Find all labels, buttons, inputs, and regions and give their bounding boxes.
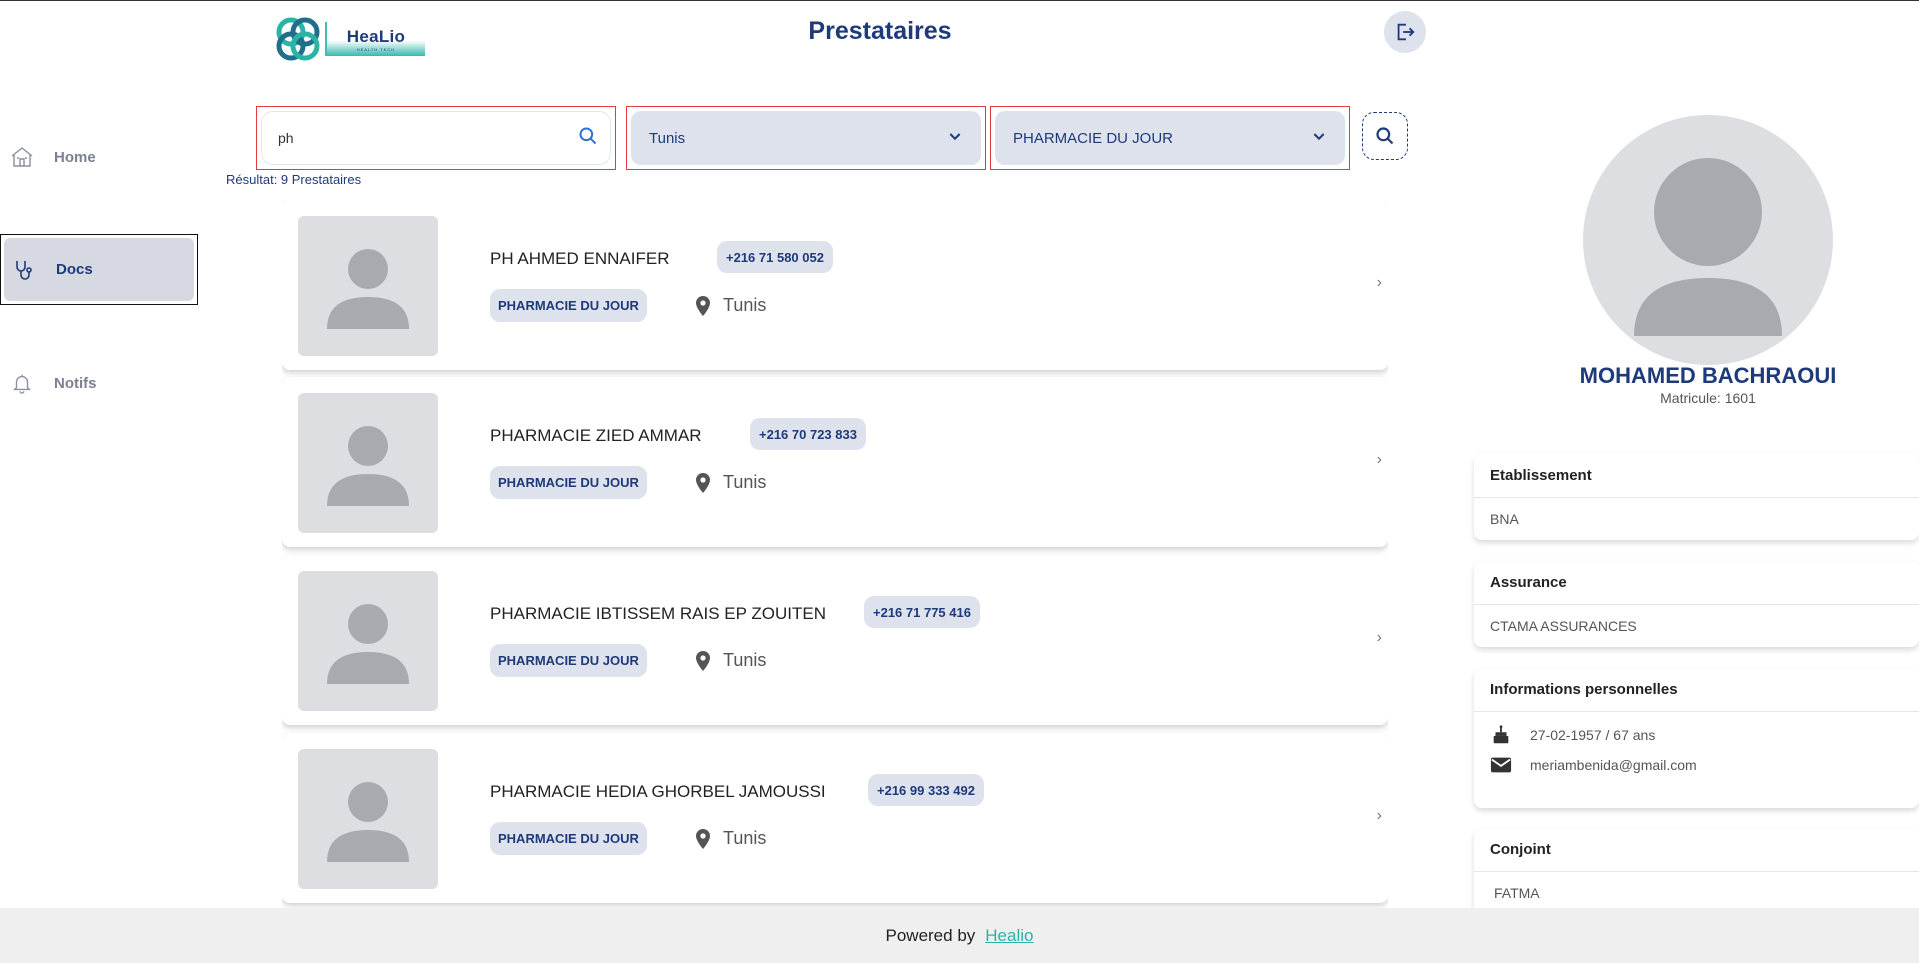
provider-city: Tunis — [723, 828, 767, 848]
sidebar-item-label: Docs — [56, 261, 93, 278]
chevron-down-icon — [1311, 128, 1327, 149]
provider-type-badge: PHARMACIE DU JOUR — [490, 644, 647, 677]
email-value: meriambenida@gmail.com — [1530, 757, 1697, 773]
provider-card[interactable]: PHARMACIE ZIED AMMAR +216 70 723 833 PHA… — [282, 377, 1388, 547]
provider-list: PH AHMED ENNAIFER +216 71 580 052 PHARMA… — [282, 200, 1388, 908]
person-placeholder-icon — [327, 249, 409, 329]
person-placeholder-icon — [1634, 158, 1782, 336]
provider-phone-badge[interactable]: +216 71 580 052 — [717, 241, 833, 273]
provider-city: Tunis — [723, 295, 767, 315]
city-select-highlight: Tunis — [626, 106, 986, 170]
logout-button[interactable] — [1384, 11, 1426, 53]
location-pin-icon — [695, 828, 711, 849]
personal-info-card: Informations personnelles 27-02-1957 / 6… — [1474, 668, 1919, 808]
person-placeholder-icon — [327, 604, 409, 684]
assurance-title: Assurance — [1474, 561, 1919, 605]
assurance-card: Assurance CTAMA ASSURANCES — [1474, 561, 1919, 647]
sidebar-item-docs[interactable]: Docs — [0, 234, 198, 305]
provider-phone-badge[interactable]: +216 71 775 416 — [864, 596, 980, 628]
logo-knot-icon — [276, 17, 320, 61]
provider-type-badge: PHARMACIE DU JOUR — [490, 822, 647, 855]
search-icon — [1376, 127, 1394, 145]
conjoint-card: Conjoint FATMA — [1474, 828, 1919, 918]
conjoint-title: Conjoint — [1474, 828, 1919, 872]
etablissement-title: Etablissement — [1474, 454, 1919, 498]
chevron-right-icon[interactable]: › — [1377, 451, 1382, 469]
profile-matricule: Matricule: 1601 — [1660, 390, 1756, 406]
provider-avatar — [298, 749, 438, 889]
provider-avatar — [298, 216, 438, 356]
provider-avatar — [298, 571, 438, 711]
cake-icon — [1490, 724, 1514, 746]
footer-powered-by: Powered by — [885, 925, 976, 945]
logo-text: HeaLio — [346, 26, 406, 46]
city-select[interactable]: Tunis — [631, 111, 981, 165]
birth-row: 27-02-1957 / 67 ans — [1474, 720, 1919, 750]
chevron-down-icon — [947, 128, 963, 149]
page-title: Prestataires — [808, 17, 952, 45]
chevron-right-icon[interactable]: › — [1377, 807, 1382, 825]
sidebar-item-home[interactable]: Home — [0, 122, 196, 192]
sidebar: Home Docs Notifs — [0, 0, 200, 908]
type-select[interactable]: PHARMACIE DU JOUR — [995, 111, 1345, 165]
sidebar-item-notifs[interactable]: Notifs — [0, 348, 196, 418]
provider-type-badge: PHARMACIE DU JOUR — [490, 466, 647, 499]
search-icon[interactable] — [578, 126, 598, 151]
provider-avatar — [298, 393, 438, 533]
profile-name: MOHAMED BACHRAOUI — [1579, 363, 1837, 388]
person-placeholder-icon — [327, 782, 409, 862]
result-count: Résultat: 9 Prestataires — [226, 172, 362, 187]
etablissement-value: BNA — [1490, 511, 1519, 527]
personal-info-title: Informations personnelles — [1474, 668, 1919, 712]
provider-name: PHARMACIE IBTISSEM RAIS EP ZOUITEN — [490, 604, 826, 623]
assurance-value: CTAMA ASSURANCES — [1490, 618, 1637, 634]
stethoscope-icon — [12, 258, 36, 282]
footer-brand-link[interactable]: Healio — [985, 926, 1033, 946]
provider-name: PHARMACIE ZIED AMMAR — [490, 426, 702, 445]
mail-icon — [1490, 756, 1514, 774]
provider-location: Tunis — [695, 828, 766, 849]
type-select-value: PHARMACIE DU JOUR — [1013, 129, 1174, 147]
provider-type-badge: PHARMACIE DU JOUR — [490, 289, 647, 322]
location-pin-icon — [695, 295, 711, 316]
app-logo[interactable]: HeaLio HEALTH TECH — [271, 12, 425, 66]
sidebar-item-docs-active: Docs — [4, 238, 194, 301]
search-button[interactable] — [1362, 112, 1408, 160]
logo-tagline: HEALTH TECH — [356, 46, 396, 52]
provider-name: PHARMACIE HEDIA GHORBEL JAMOUSSI — [490, 782, 826, 801]
home-icon — [10, 145, 34, 169]
logo-wordmark: HeaLio HEALTH TECH — [325, 22, 425, 56]
city-select-value: Tunis — [649, 129, 686, 147]
footer: Powered by Healio — [0, 908, 1919, 963]
provider-phone-badge[interactable]: +216 70 723 833 — [750, 418, 866, 450]
provider-location: Tunis — [695, 295, 766, 316]
location-pin-icon — [695, 650, 711, 671]
logout-icon — [1397, 23, 1415, 41]
provider-card[interactable]: PHARMACIE HEDIA GHORBEL JAMOUSSI +216 99… — [282, 733, 1388, 903]
window-top-border — [0, 0, 1919, 1]
search-field-highlight — [256, 106, 616, 170]
profile-avatar — [1583, 115, 1833, 365]
provider-city: Tunis — [723, 650, 767, 670]
provider-name: PH AHMED ENNAIFER — [490, 249, 670, 268]
person-placeholder-icon — [327, 426, 409, 506]
search-input[interactable] — [278, 130, 578, 146]
provider-location: Tunis — [695, 472, 766, 493]
sidebar-item-label: Notifs — [54, 374, 97, 392]
chevron-right-icon[interactable]: › — [1377, 274, 1382, 292]
search-field — [261, 111, 611, 165]
sidebar-item-label: Home — [54, 148, 96, 166]
bell-icon — [10, 371, 34, 395]
provider-city: Tunis — [723, 472, 767, 492]
type-select-highlight: PHARMACIE DU JOUR — [990, 106, 1350, 170]
provider-card[interactable]: PHARMACIE IBTISSEM RAIS EP ZOUITEN +216 … — [282, 555, 1388, 725]
etablissement-card: Etablissement BNA — [1474, 454, 1919, 540]
birth-date: 27-02-1957 / 67 ans — [1530, 727, 1656, 743]
provider-location: Tunis — [695, 650, 766, 671]
provider-card[interactable]: PH AHMED ENNAIFER +216 71 580 052 PHARMA… — [282, 200, 1388, 370]
chevron-right-icon[interactable]: › — [1377, 629, 1382, 647]
location-pin-icon — [695, 472, 711, 493]
email-row: meriambenida@gmail.com — [1474, 750, 1919, 780]
provider-phone-badge[interactable]: +216 99 333 492 — [868, 774, 984, 806]
